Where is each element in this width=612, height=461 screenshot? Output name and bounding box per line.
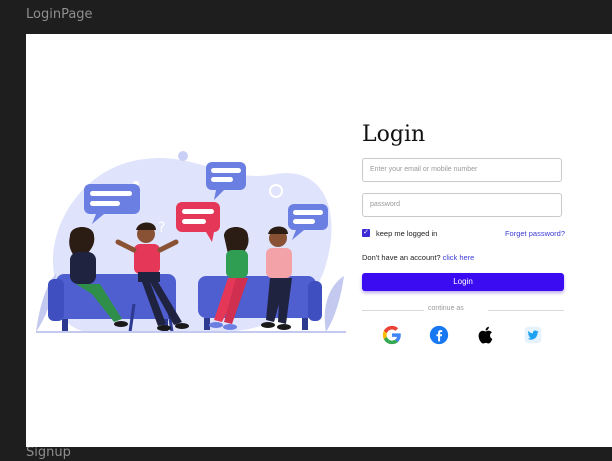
- divider-right: [488, 310, 564, 311]
- people-chatting-illustration: ?: [36, 151, 346, 333]
- email-field[interactable]: Enter your email or mobile number: [362, 158, 562, 182]
- login-page-frame: ? Login Enter your email or mobile numbe…: [26, 34, 612, 447]
- apple-login-button[interactable]: [475, 324, 497, 346]
- continue-as-label: continue as: [428, 305, 464, 312]
- google-login-button[interactable]: [381, 324, 403, 346]
- frame-label-loginpage[interactable]: LoginPage: [26, 7, 93, 22]
- email-placeholder: Enter your email or mobile number: [370, 166, 478, 173]
- apple-icon: [478, 326, 493, 344]
- keep-logged-in-label: keep me logged in: [376, 229, 438, 238]
- signup-prompt: Don't have an account?: [362, 253, 441, 262]
- facebook-login-button[interactable]: [428, 324, 450, 346]
- twitter-icon: [524, 326, 542, 344]
- signup-row: Don't have an account? click here: [362, 253, 474, 262]
- signup-link[interactable]: click here: [443, 253, 475, 262]
- remember-row: ✓ keep me logged in Forget password?: [362, 228, 565, 240]
- facebook-icon: [429, 325, 449, 345]
- divider-left: [362, 310, 424, 311]
- page-title: Login: [362, 122, 426, 147]
- login-button[interactable]: Login: [362, 273, 564, 291]
- forgot-password-link[interactable]: Forget password?: [505, 229, 565, 238]
- keep-logged-in-checkbox[interactable]: ✓: [362, 229, 370, 237]
- twitter-login-button[interactable]: [522, 324, 544, 346]
- google-icon: [382, 325, 401, 345]
- frame-label-signup[interactable]: Signup: [26, 445, 71, 460]
- svg-text:?: ?: [158, 220, 165, 236]
- password-field[interactable]: password: [362, 193, 562, 217]
- password-placeholder: password: [370, 201, 400, 208]
